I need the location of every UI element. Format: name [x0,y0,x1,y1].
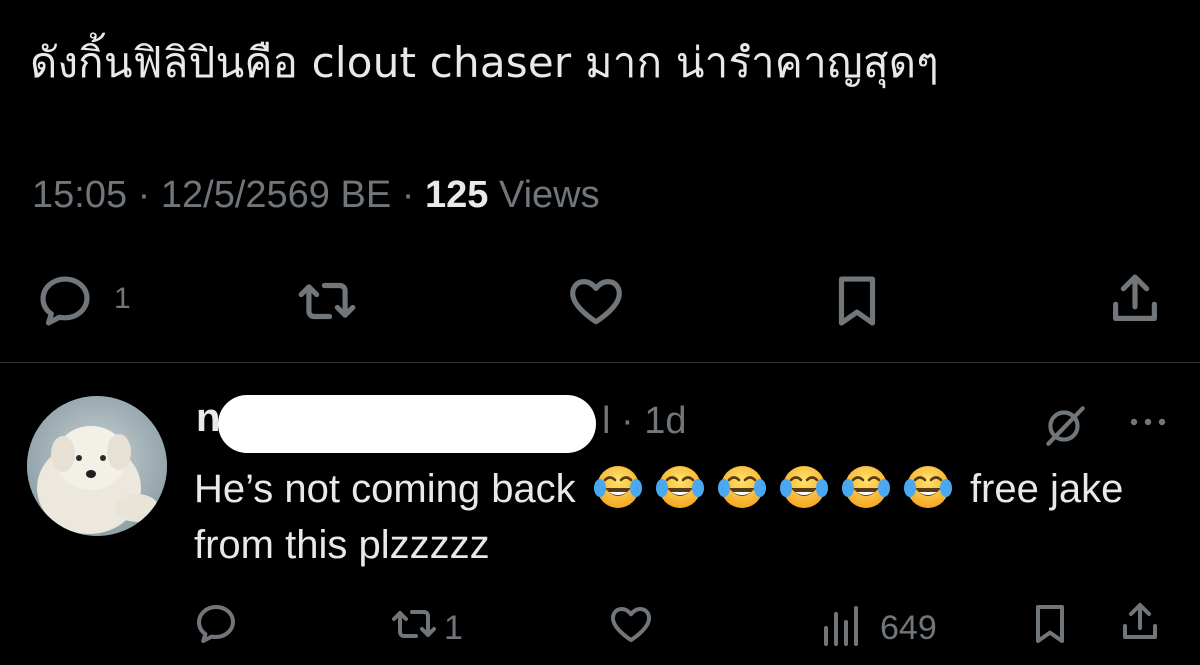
more-icon [1130,418,1166,426]
reply-icon [197,605,235,643]
emoji-row [587,466,959,511]
retweet-button[interactable] [296,270,358,332]
reply-like-button[interactable] [606,600,656,648]
reply-views-button[interactable] [818,604,866,648]
meta-separator: · [621,400,645,442]
tweet-text: ดังกิ้นฟิลิปินคือ clout chaser มาก น่ารำ… [30,38,939,87]
retweet-icon [392,610,436,638]
reply-bookmark-button[interactable] [1026,600,1074,648]
tears-of-joy-emoji-icon [593,466,642,508]
tears-of-joy-emoji-icon [779,466,828,508]
share-icon [1123,603,1157,639]
tears-of-joy-emoji-icon [903,466,952,508]
avatar[interactable] [27,396,167,536]
share-icon [1113,274,1157,321]
reply-button[interactable] [34,270,96,332]
reply-reply-button[interactable] [192,600,240,648]
puppy-avatar-image [27,396,167,536]
reply-text: He’s not coming back free jake from this… [194,460,1184,573]
retweet-icon [298,282,356,320]
grok-button[interactable] [1040,400,1090,450]
tweet-meta: 15:05 · 12/5/2569 BE · 125 Views [32,174,600,217]
reply-text-part1: He’s not coming back [194,467,576,511]
reply-views-count: 649 [880,609,937,647]
heart-icon [610,607,652,642]
tweet-time[interactable]: 15:05 [32,174,127,216]
reply-author-name[interactable]: n [196,396,220,441]
tears-of-joy-emoji-icon [655,466,704,508]
reply-icon [40,276,90,326]
bookmark-button[interactable] [826,270,888,332]
meta-separator: · [137,174,161,216]
more-options-button[interactable] [1126,410,1170,434]
divider [0,362,1200,363]
heart-icon [570,279,622,325]
reply-count: 1 [114,282,131,315]
reply-share-button[interactable] [1116,598,1164,646]
grok-icon [1046,406,1085,446]
tears-of-joy-emoji-icon [841,466,890,508]
tears-of-joy-emoji-icon [717,466,766,508]
views-label: Views [498,174,600,216]
reply-retweet-button[interactable] [390,600,438,648]
redaction-overlay [218,395,596,453]
views-count: 125 [424,174,489,216]
reply-age[interactable]: 1d [644,400,686,442]
bookmark-icon [1036,605,1064,643]
bookmark-icon [838,276,876,326]
like-button[interactable] [564,270,628,332]
tweet-date[interactable]: 12/5/2569 BE [161,174,391,216]
meta-separator: · [401,174,425,216]
reply-handle-tail[interactable]: l [602,400,610,442]
reply-meta: l · 1d [602,400,687,443]
share-button[interactable] [1104,268,1166,330]
reply-retweet-count: 1 [444,609,463,647]
analytics-icon [824,606,858,646]
